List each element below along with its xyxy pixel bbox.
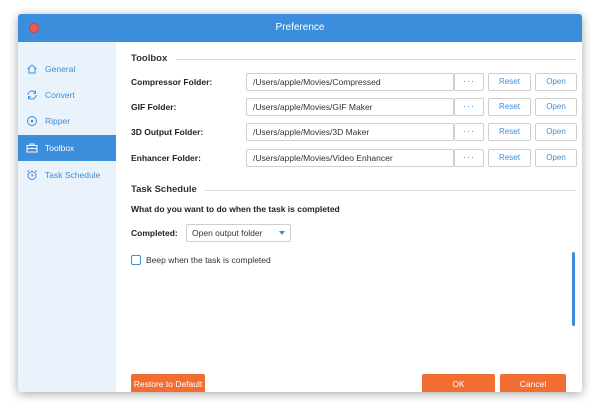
vertical-scrollbar[interactable] <box>572 252 575 326</box>
sidebar-item-general[interactable]: General <box>18 56 116 82</box>
enhancer-browse-button[interactable]: ··· <box>454 149 484 167</box>
refresh-icon <box>26 89 38 101</box>
compressor-folder-label: Compressor Folder: <box>131 77 213 87</box>
window-title: Preference <box>275 22 325 33</box>
3d-output-folder-path[interactable]: /Users/apple/Movies/3D Maker <box>246 123 454 141</box>
compressor-open-button[interactable]: Open <box>535 73 577 91</box>
content-panel: Toolbox Compressor Folder: /Users/apple/… <box>116 42 582 392</box>
gif-browse-button[interactable]: ··· <box>454 98 484 116</box>
3d-output-folder-label: 3D Output Folder: <box>131 127 204 137</box>
disc-icon <box>26 115 38 127</box>
compressor-reset-button[interactable]: Reset <box>488 73 531 91</box>
enhancer-folder-label: Enhancer Folder: <box>131 153 201 163</box>
sidebar-item-label: Toolbox <box>45 143 75 153</box>
beep-checkbox-label: Beep when the task is completed <box>146 255 271 265</box>
enhancer-folder-path[interactable]: /Users/apple/Movies/Video Enhancer <box>246 149 454 167</box>
enhancer-open-button[interactable]: Open <box>535 149 577 167</box>
task-schedule-section-title: Task Schedule <box>131 184 197 195</box>
gif-folder-path[interactable]: /Users/apple/Movies/GIF Maker <box>246 98 454 116</box>
sidebar-item-task-schedule[interactable]: Task Schedule <box>18 162 116 188</box>
gif-open-button[interactable]: Open <box>535 98 577 116</box>
sidebar-item-toolbox[interactable]: Toolbox <box>18 135 116 161</box>
home-icon <box>26 63 38 75</box>
ok-button[interactable]: OK <box>422 374 495 392</box>
chevron-down-icon <box>279 231 285 235</box>
compressor-folder-path[interactable]: /Users/apple/Movies/Compressed <box>246 73 454 91</box>
sidebar-item-convert[interactable]: Convert <box>18 82 116 108</box>
toolbox-icon <box>26 142 38 154</box>
sidebar-item-label: Ripper <box>45 116 71 126</box>
3d-output-open-button[interactable]: Open <box>535 123 577 141</box>
toolbox-section-title: Toolbox <box>131 53 168 64</box>
gif-folder-label: GIF Folder: <box>131 102 177 112</box>
completed-action-value: Open output folder <box>192 228 263 238</box>
compressor-browse-button[interactable]: ··· <box>454 73 484 91</box>
preference-window: Preference General Convert Ripper Toolbo… <box>18 14 582 392</box>
section-divider <box>176 59 576 60</box>
cancel-button[interactable]: Cancel <box>500 374 566 392</box>
section-divider <box>204 190 576 191</box>
3d-output-reset-button[interactable]: Reset <box>488 123 531 141</box>
sidebar-item-label: Convert <box>45 90 75 100</box>
beep-checkbox[interactable] <box>131 255 141 265</box>
sidebar-item-label: General <box>45 64 76 74</box>
completed-label: Completed: <box>131 228 178 238</box>
enhancer-reset-button[interactable]: Reset <box>488 149 531 167</box>
restore-default-button[interactable]: Restore to Default <box>131 374 205 392</box>
sidebar: General Convert Ripper Toolbox Task Sche… <box>18 42 116 392</box>
sidebar-item-label: Task Schedule <box>45 170 101 180</box>
gif-reset-button[interactable]: Reset <box>488 98 531 116</box>
sidebar-item-ripper[interactable]: Ripper <box>18 108 116 134</box>
task-completion-question: What do you want to do when the task is … <box>131 204 340 214</box>
title-bar: Preference <box>18 14 582 42</box>
completed-action-select[interactable]: Open output folder <box>186 224 291 242</box>
3d-output-browse-button[interactable]: ··· <box>454 123 484 141</box>
alarm-clock-icon <box>26 169 38 181</box>
